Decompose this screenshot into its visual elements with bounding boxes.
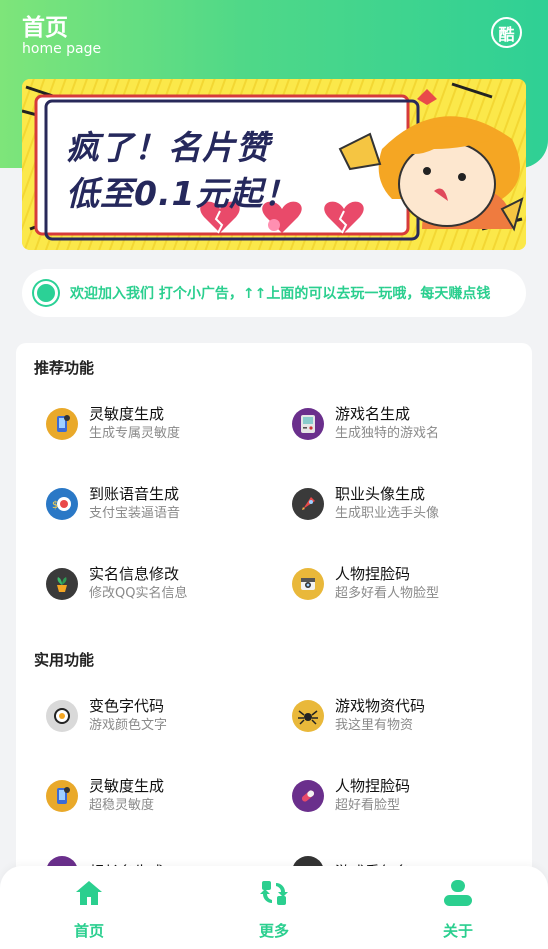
feature-desc: 超稳灵敏度: [89, 798, 155, 813]
feature-item-color-text[interactable]: 变色字代码 游戏颜色文字: [46, 696, 167, 735]
refresh-grid-icon: [260, 881, 288, 905]
section-title-recommended: 推荐功能: [34, 359, 95, 377]
page-title: 首页: [22, 15, 68, 41]
gameboy-icon: [292, 407, 324, 440]
feature-desc: 生成职业选手头像: [335, 506, 440, 521]
feature-name: 游戏物资代码: [335, 697, 426, 715]
feature-name: 人物捏脸码: [335, 777, 411, 795]
feature-desc: 生成独特的游戏名: [335, 426, 440, 441]
banner-headline-1: 疯了！名片赞: [66, 128, 270, 167]
tab-more[interactable]: 更多: [234, 878, 314, 941]
feature-desc: 我这里有物资: [335, 718, 414, 733]
notice-bar[interactable]: 欢迎加入我们 打个小广告，↑↑上面的可以去玩一玩哦，每天赚点钱: [22, 269, 526, 317]
feature-item-payment-voice[interactable]: $ 到账语音生成 支付宝装逼语音: [46, 484, 180, 523]
tab-label: 关于: [442, 922, 473, 940]
tab-label: 更多: [258, 922, 289, 940]
feature-name: 游戏名生成: [335, 405, 411, 423]
bottom-tab-bar: 首页 更多 关于: [0, 866, 548, 949]
feature-item-face-code-2[interactable]: 人物捏脸码 超好看脸型: [292, 776, 410, 815]
feature-item-sensitivity-2[interactable]: 灵敏度生成 超稳灵敏度: [46, 776, 164, 815]
feature-name: 实名信息修改: [89, 565, 180, 583]
feature-desc: 支付宝装逼语音: [89, 506, 181, 521]
phone-gear-icon: [46, 407, 78, 440]
rocket-icon: [292, 487, 324, 520]
feature-desc: 超多好看人物脸型: [335, 586, 440, 601]
feature-name: 到账语音生成: [89, 485, 180, 503]
feature-item-game-name[interactable]: 游戏名生成 生成独特的游戏名: [292, 404, 439, 443]
phone-gear-icon: [46, 779, 78, 812]
feature-desc: 修改QQ实名信息: [89, 586, 188, 601]
page-subtitle: home page: [22, 41, 102, 57]
feature-name: 灵敏度生成: [89, 777, 165, 795]
tab-home[interactable]: 首页: [49, 878, 129, 941]
plant-pot-icon: [46, 567, 78, 600]
feature-name: 职业头像生成: [335, 485, 426, 503]
svg-text:$: $: [52, 500, 58, 511]
camera-icon: [292, 567, 324, 600]
feature-item-game-supply[interactable]: 游戏物资代码 我这里有物资: [292, 696, 425, 735]
promo-banner[interactable]: 疯了！名片赞 低至0.1元起！: [22, 79, 526, 250]
notice-dot-icon: [34, 281, 58, 305]
feature-item-pro-avatar[interactable]: 职业头像生成 生成职业选手头像: [292, 484, 439, 523]
feature-desc: 超好看脸型: [335, 798, 401, 813]
banner-headline-2: 低至0.1元起！: [66, 174, 298, 213]
notice-text: 欢迎加入我们 打个小广告，↑↑上面的可以去玩一玩哦，每天赚点钱: [70, 286, 491, 302]
money-speaker-icon: $: [46, 487, 78, 520]
user-icon: [444, 880, 472, 906]
pill-icon: [292, 779, 324, 812]
cool-badge-label: 酷: [498, 24, 515, 44]
feature-name: 灵敏度生成: [89, 405, 165, 423]
tab-about[interactable]: 关于: [418, 878, 498, 941]
section-title-practical: 实用功能: [34, 651, 95, 669]
feature-item-realname-edit[interactable]: 实名信息修改 修改QQ实名信息: [46, 564, 187, 603]
cool-badge-button[interactable]: 酷: [491, 17, 522, 48]
feature-desc: 生成专属灵敏度: [89, 426, 181, 441]
sushi-icon: [46, 699, 78, 732]
feature-card: 推荐功能 灵敏度生成 生成专属灵敏度 游戏名生成 生成独特的游戏名 $ 到账语音…: [16, 343, 532, 949]
feature-item-sensitivity[interactable]: 灵敏度生成 生成专属灵敏度: [46, 404, 180, 443]
feature-desc: 游戏颜色文字: [89, 718, 168, 733]
tab-label: 首页: [73, 922, 104, 940]
feature-name: 人物捏脸码: [335, 565, 411, 583]
home-icon: [76, 881, 102, 905]
spider-icon: [292, 699, 324, 732]
feature-item-face-code[interactable]: 人物捏脸码 超多好看人物脸型: [292, 564, 439, 603]
feature-name: 变色字代码: [89, 697, 165, 715]
